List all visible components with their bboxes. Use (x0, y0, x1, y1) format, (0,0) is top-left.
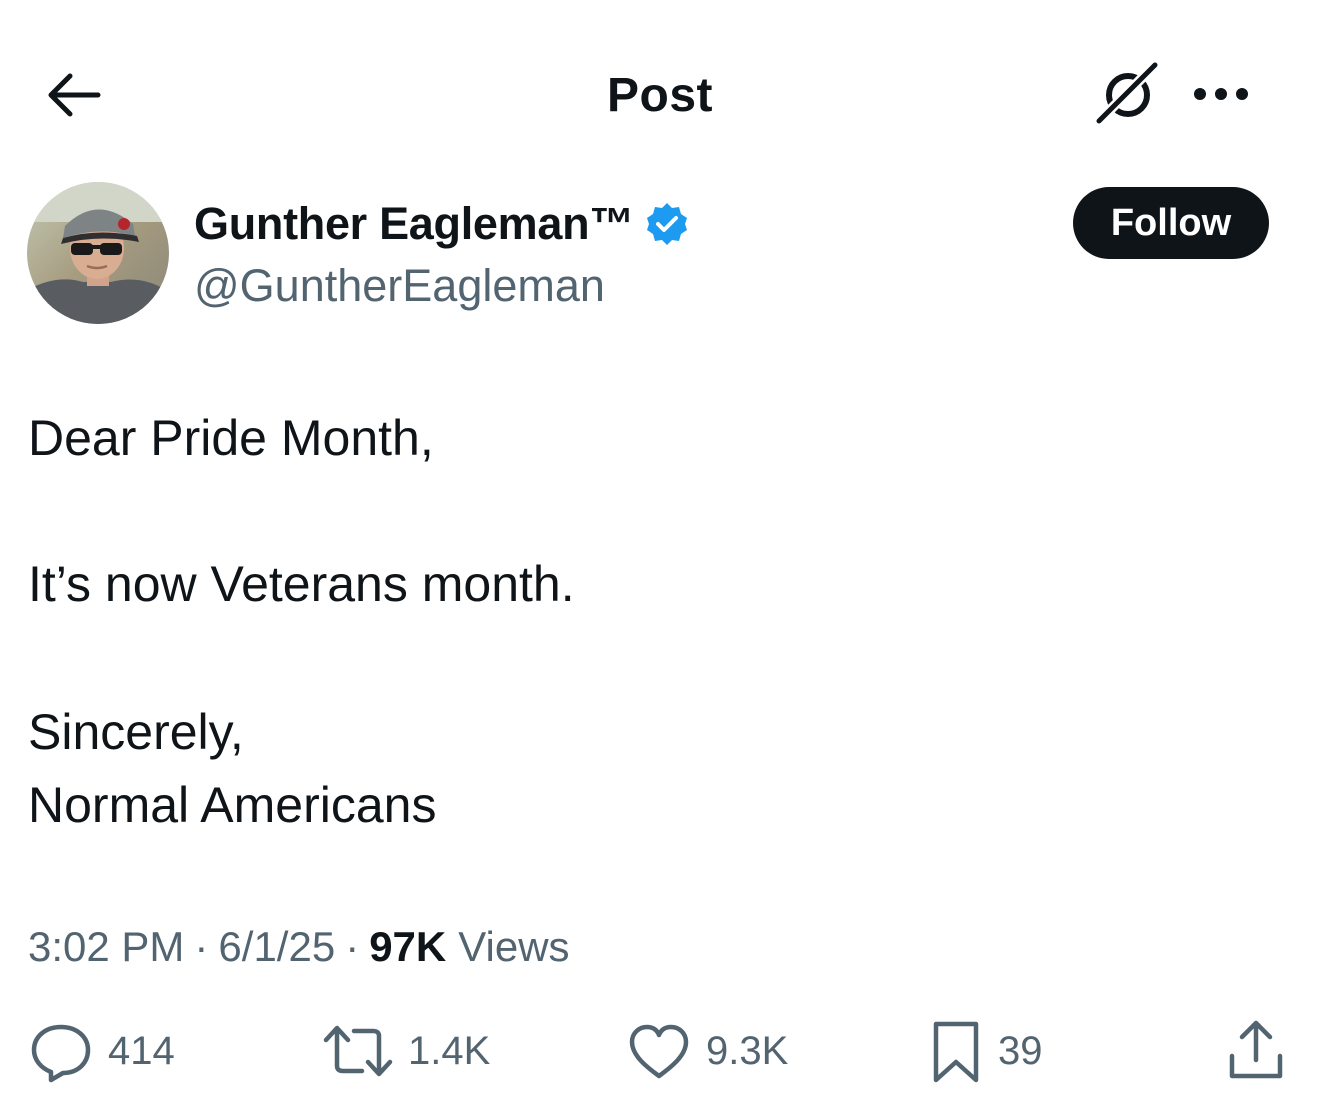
repost-icon (322, 1018, 394, 1084)
author-display-name[interactable]: Gunther Eagleman™ (194, 196, 634, 252)
reply-icon (28, 1018, 94, 1084)
post-text-line: It’s now Veterans month. (28, 556, 575, 612)
follow-button[interactable]: Follow (1073, 187, 1269, 259)
meta-separator: · (345, 923, 360, 970)
like-button[interactable]: 9.3K (626, 1012, 788, 1090)
reply-count: 414 (108, 1028, 175, 1073)
heart-icon (626, 1018, 692, 1084)
reply-button[interactable]: 414 (28, 1012, 175, 1090)
post-time[interactable]: 3:02 PM (28, 923, 184, 971)
avatar[interactable] (27, 182, 169, 324)
verified-badge-icon[interactable] (644, 201, 690, 247)
grok-button[interactable] (1090, 58, 1166, 134)
views-label[interactable]: Views (458, 923, 569, 971)
post-text-line: Dear Pride Month, (28, 410, 434, 466)
more-options-button[interactable] (1186, 70, 1256, 122)
post-text-line: Sincerely, (28, 704, 244, 760)
repost-count: 1.4K (408, 1028, 491, 1073)
share-button[interactable] (1226, 1012, 1286, 1090)
post-text-line: Normal Americans (28, 777, 437, 833)
meta-separator: · (194, 923, 209, 970)
bookmark-count: 39 (998, 1028, 1043, 1073)
like-count: 9.3K (706, 1028, 789, 1073)
grok-icon (1091, 57, 1165, 136)
author-handle[interactable]: @GuntherEagleman (194, 258, 605, 314)
author-name-row: Gunther Eagleman™ (194, 196, 690, 252)
post-meta: 3:02 PM · 6/1/25 · 97K Views (28, 918, 570, 976)
more-horizontal-icon (1191, 86, 1251, 107)
bookmark-icon (928, 1018, 984, 1084)
post-date[interactable]: 6/1/25 (218, 923, 335, 971)
views-count[interactable]: 97K (369, 923, 446, 971)
repost-button[interactable]: 1.4K (322, 1012, 490, 1090)
bookmark-button[interactable]: 39 (928, 1012, 1043, 1090)
share-icon (1226, 1018, 1286, 1084)
